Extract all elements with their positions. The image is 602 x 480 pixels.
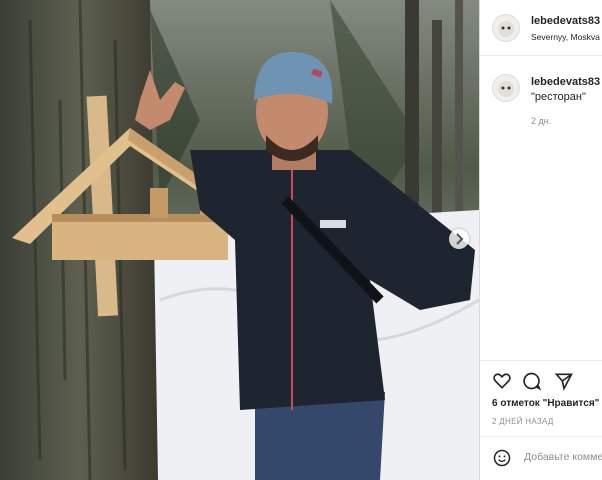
post-sidebar: lebedevats83 Severnyy, Moskva lebedevats… (479, 0, 602, 480)
post-location[interactable]: Severnyy, Moskva (531, 32, 600, 42)
heart-icon[interactable] (492, 371, 512, 391)
comment-icon[interactable] (522, 371, 542, 391)
share-icon[interactable] (554, 371, 574, 391)
caption-age: 2 дн. (531, 116, 552, 126)
avatar[interactable] (492, 14, 520, 42)
caption-username[interactable]: lebedevats83 (531, 76, 600, 88)
post-date: 2 ДНЕЙ НАЗАД (492, 417, 554, 426)
actions-panel: 6 отметок "Нравится" 2 ДНЕЙ НАЗАД Добавь… (480, 360, 602, 480)
caption-text: "ресторан" (531, 91, 586, 103)
emoji-icon[interactable] (492, 448, 512, 468)
avatar-image (498, 21, 514, 37)
caption-avatar[interactable] (492, 74, 520, 102)
photo-scene (0, 0, 479, 480)
comment-box: Добавьте комментарий... (480, 436, 602, 480)
header-username[interactable]: lebedevats83 (531, 15, 600, 27)
next-arrow-icon (456, 233, 464, 245)
next-photo-button[interactable] (449, 229, 469, 249)
comment-input[interactable]: Добавьте комментарий... (524, 451, 602, 463)
post-photo (0, 0, 479, 480)
avatar-image (498, 81, 514, 97)
likes-count[interactable]: 6 отметок "Нравится" (492, 398, 599, 409)
post-header: lebedevats83 Severnyy, Moskva (480, 0, 602, 56)
